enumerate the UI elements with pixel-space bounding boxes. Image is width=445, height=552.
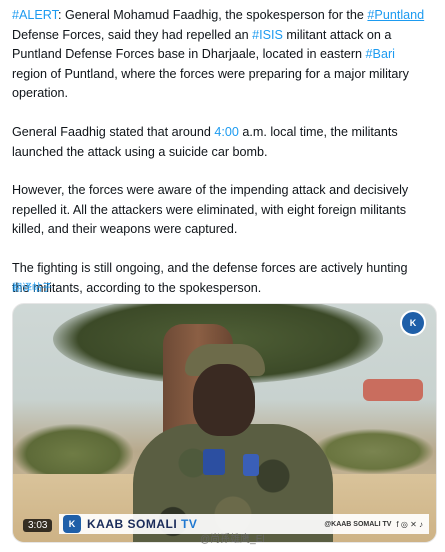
text-segment: region of Puntland, where the forces wer… bbox=[12, 66, 409, 101]
channel-logo-icon: K bbox=[400, 310, 426, 336]
brand-name: KAAB SOMALI TV bbox=[87, 517, 197, 531]
soldier-face bbox=[193, 364, 255, 436]
time-link[interactable]: 4:00 bbox=[214, 125, 239, 139]
video-duration-badge: 3:03 bbox=[23, 519, 53, 532]
post-paragraph-1: #ALERT: General Mohamud Faadhig, the spo… bbox=[12, 6, 428, 104]
hashtag-bari[interactable]: #Bari bbox=[366, 47, 395, 61]
post-paragraph-3: However, the forces were aware of the im… bbox=[12, 183, 409, 237]
social-handle-group: @KAAB SOMALI TV f ◎ ✕ ♪ bbox=[324, 520, 429, 529]
social-icons: f ◎ ✕ ♪ bbox=[396, 519, 423, 529]
rank-insignia bbox=[243, 454, 259, 476]
video-player[interactable]: K K KAAB SOMALI TV @KAAB SOMALI TV f ◎ ✕… bbox=[12, 303, 437, 543]
social-handle: @KAAB SOMALI TV bbox=[324, 520, 392, 528]
translate-post-link[interactable]: 翻译帖子 bbox=[12, 279, 52, 294]
brand-tv: TV bbox=[181, 517, 198, 531]
text-segment: General Faadhig stated that around bbox=[12, 124, 215, 139]
kaab-logo-icon: K bbox=[63, 515, 81, 533]
post-paragraph-4: The fighting is still ongoing, and the d… bbox=[12, 260, 408, 295]
text-segment: : General Mohamud Faadhig, the spokesper… bbox=[57, 8, 368, 22]
hashtag-alert[interactable]: #ALERT bbox=[12, 8, 58, 22]
hashtag-puntland[interactable]: #Puntland bbox=[367, 8, 424, 22]
bush bbox=[313, 429, 433, 474]
hashtag-isis[interactable]: #ISIS bbox=[252, 28, 283, 42]
car bbox=[363, 379, 423, 401]
post-text: #ALERT: General Mohamud Faadhig, the spo… bbox=[12, 6, 428, 317]
text-segment: Defense Forces, said they had repelled a… bbox=[12, 27, 253, 42]
brand-main: KAAB SOMALI bbox=[87, 517, 178, 531]
rank-insignia bbox=[203, 449, 225, 475]
post-paragraph-2: General Faadhig stated that around 4:00 … bbox=[12, 123, 428, 162]
watermark: @尚孫雄鹰_El bbox=[200, 534, 265, 545]
